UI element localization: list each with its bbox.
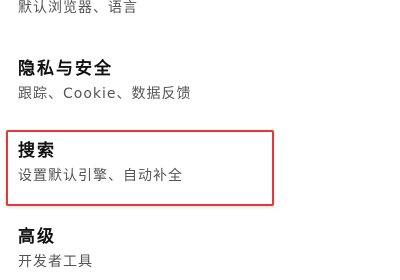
settings-item-title: 隐私与安全: [18, 59, 113, 79]
general-item-subtitle: 默认浏览器、语言: [18, 0, 138, 16]
settings-item-title: 搜索: [18, 141, 56, 161]
settings-item-subtitle: 设置默认引擎、自动补全: [18, 168, 183, 184]
settings-item-privacy-security[interactable]: 隐私与安全 跟踪、Cookie、数据反馈: [18, 58, 378, 104]
settings-page: 默认浏览器、语言 隐私与安全 跟踪、Cookie、数据反馈 搜索 设置默认引擎、…: [0, 0, 400, 280]
settings-item-title: 高级: [18, 227, 56, 247]
settings-item-subtitle: 开发者工具: [18, 254, 93, 270]
settings-item-subtitle: 跟踪、Cookie、数据反馈: [18, 86, 192, 102]
settings-item-advanced[interactable]: 高级 开发者工具: [18, 226, 378, 272]
settings-item-search[interactable]: 搜索 设置默认引擎、自动补全: [18, 140, 378, 186]
